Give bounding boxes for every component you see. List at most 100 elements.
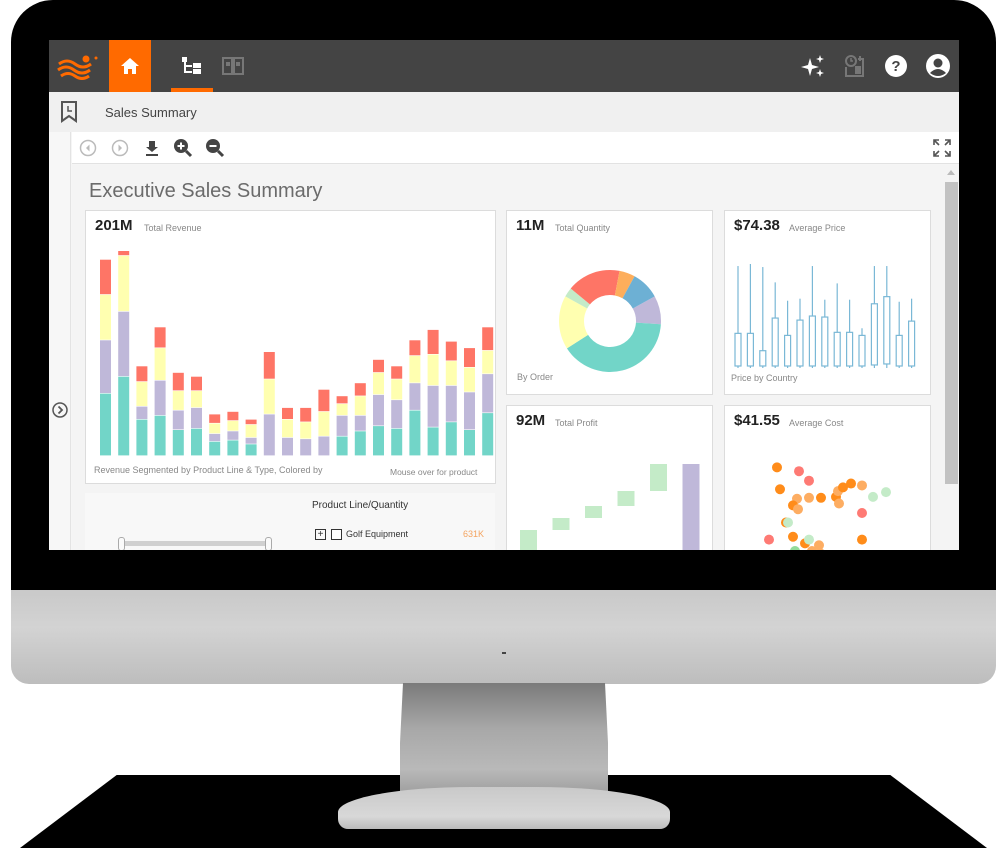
revenue-bar-segment [391, 366, 403, 379]
revenue-bar-segment [172, 372, 184, 391]
revenue-bar-segment [445, 341, 457, 361]
revenue-bar-segment [409, 355, 421, 383]
breadcrumb-title[interactable]: Sales Summary [105, 105, 197, 120]
book-icon [222, 56, 244, 76]
product-line-filter: Product Line/Quantity + Golf Equipment 6… [85, 493, 495, 550]
revenue-bar-segment [373, 394, 384, 426]
revenue-bar-segment [263, 414, 275, 456]
monitor-stand [400, 683, 608, 798]
candle-body [870, 303, 878, 366]
revenue-bar-segment [209, 433, 221, 442]
quantity-footer: By Order [517, 372, 554, 382]
profit-card: 92M Total Profit [506, 405, 713, 550]
zoom-in-button[interactable] [173, 138, 193, 158]
revenue-bar-segment [373, 426, 384, 456]
scatter-point [881, 487, 891, 498]
scatter-point [857, 534, 867, 545]
candle-body [895, 334, 903, 367]
bookmark-icon[interactable] [59, 100, 79, 124]
revenue-bar-segment [318, 389, 330, 412]
revenue-bar-segment [482, 350, 494, 374]
revenue-bar-segment [118, 255, 130, 312]
filter-row-label[interactable]: Golf Equipment [346, 529, 408, 539]
waterfall-step-bar [650, 464, 667, 491]
download-button[interactable] [142, 138, 162, 158]
scatter-point [790, 546, 800, 550]
revenue-bar-segment [209, 423, 221, 434]
revenue-stacked-bar-chart[interactable] [86, 251, 495, 459]
range-slider-track[interactable] [121, 541, 271, 546]
range-slider-max-handle[interactable] [265, 537, 272, 550]
revenue-bar-segment [100, 259, 111, 295]
range-slider-min-handle[interactable] [118, 537, 125, 550]
revenue-bar-segment [136, 381, 148, 406]
quantity-card: 11M Total Quantity By Order [506, 210, 713, 395]
candle-body [908, 320, 916, 367]
scroll-up-arrow-icon[interactable] [947, 170, 955, 175]
candle-body [858, 334, 866, 367]
revenue-bar-segment [354, 383, 366, 396]
revenue-bar-segment [245, 437, 257, 444]
price-label: Average Price [789, 223, 846, 233]
price-kpi: $74.38 [734, 217, 780, 234]
scatter-point [804, 475, 814, 486]
revenue-bar-segment [227, 420, 239, 431]
revenue-bar-segment [282, 437, 293, 456]
revenue-bar-segment [445, 422, 457, 456]
revenue-bar-segment [245, 444, 257, 456]
home-button[interactable] [109, 40, 151, 92]
revenue-bar-segment [191, 428, 202, 456]
revenue-bar-segment [227, 440, 239, 456]
cost-kpi: $41.55 [734, 412, 780, 429]
revenue-kpi: 201M [95, 217, 133, 234]
revenue-bar-segment [191, 391, 202, 408]
revenue-bar-segment [482, 374, 494, 413]
revenue-bar-segment [136, 419, 148, 456]
revenue-bar-segment [227, 411, 239, 421]
revenue-bar-segment [336, 396, 348, 404]
revenue-bar-segment [427, 354, 439, 386]
revenue-bar-segment [427, 329, 439, 354]
fullscreen-button[interactable] [932, 138, 952, 158]
monitor-chin [11, 590, 996, 684]
revenue-bar-segment [373, 359, 384, 373]
revenue-bar-segment [191, 376, 202, 391]
monitor-stand-foot [338, 787, 670, 829]
revenue-bar-segment [336, 436, 348, 456]
expand-plus-icon[interactable]: + [315, 529, 326, 540]
scatter-point [857, 508, 867, 518]
user-account-button[interactable] [925, 53, 951, 79]
top-nav-bar: ? [49, 40, 959, 92]
profit-waterfall-chart[interactable] [507, 446, 712, 550]
revenue-bar-segment [300, 439, 312, 456]
expand-panel-button[interactable] [52, 402, 68, 418]
help-button[interactable]: ? [883, 53, 909, 79]
revenue-bar-segment [482, 327, 494, 351]
zoom-out-button[interactable] [205, 138, 225, 158]
cost-scatter-chart[interactable] [725, 436, 930, 550]
ai-assistant-button[interactable] [800, 53, 826, 79]
candle-body [734, 332, 742, 367]
scatter-point [804, 534, 814, 545]
vertical-scrollbar[interactable] [944, 165, 959, 550]
repository-tab[interactable] [179, 53, 205, 79]
schedule-button[interactable] [842, 53, 868, 79]
revenue-bar-segment [263, 379, 275, 414]
quantity-donut-chart[interactable] [507, 241, 712, 381]
quantity-kpi: 11M [516, 217, 545, 234]
revenue-bar-segment [427, 385, 439, 427]
left-side-panel [49, 132, 71, 550]
monitor-camera-dot [502, 652, 506, 654]
back-button[interactable] [78, 138, 98, 158]
forward-button[interactable] [110, 138, 130, 158]
portal-tab[interactable] [220, 53, 246, 79]
revenue-bar-segment [318, 436, 330, 456]
sparkle-icon [801, 54, 825, 78]
price-candlestick-chart[interactable] [725, 251, 930, 371]
revenue-bar-segment [209, 414, 221, 423]
scrollbar-thumb[interactable] [945, 182, 958, 484]
app-logo[interactable] [55, 50, 101, 82]
help-icon: ? [884, 54, 908, 78]
filter-checkbox[interactable] [331, 529, 342, 540]
scatter-point [846, 478, 856, 489]
